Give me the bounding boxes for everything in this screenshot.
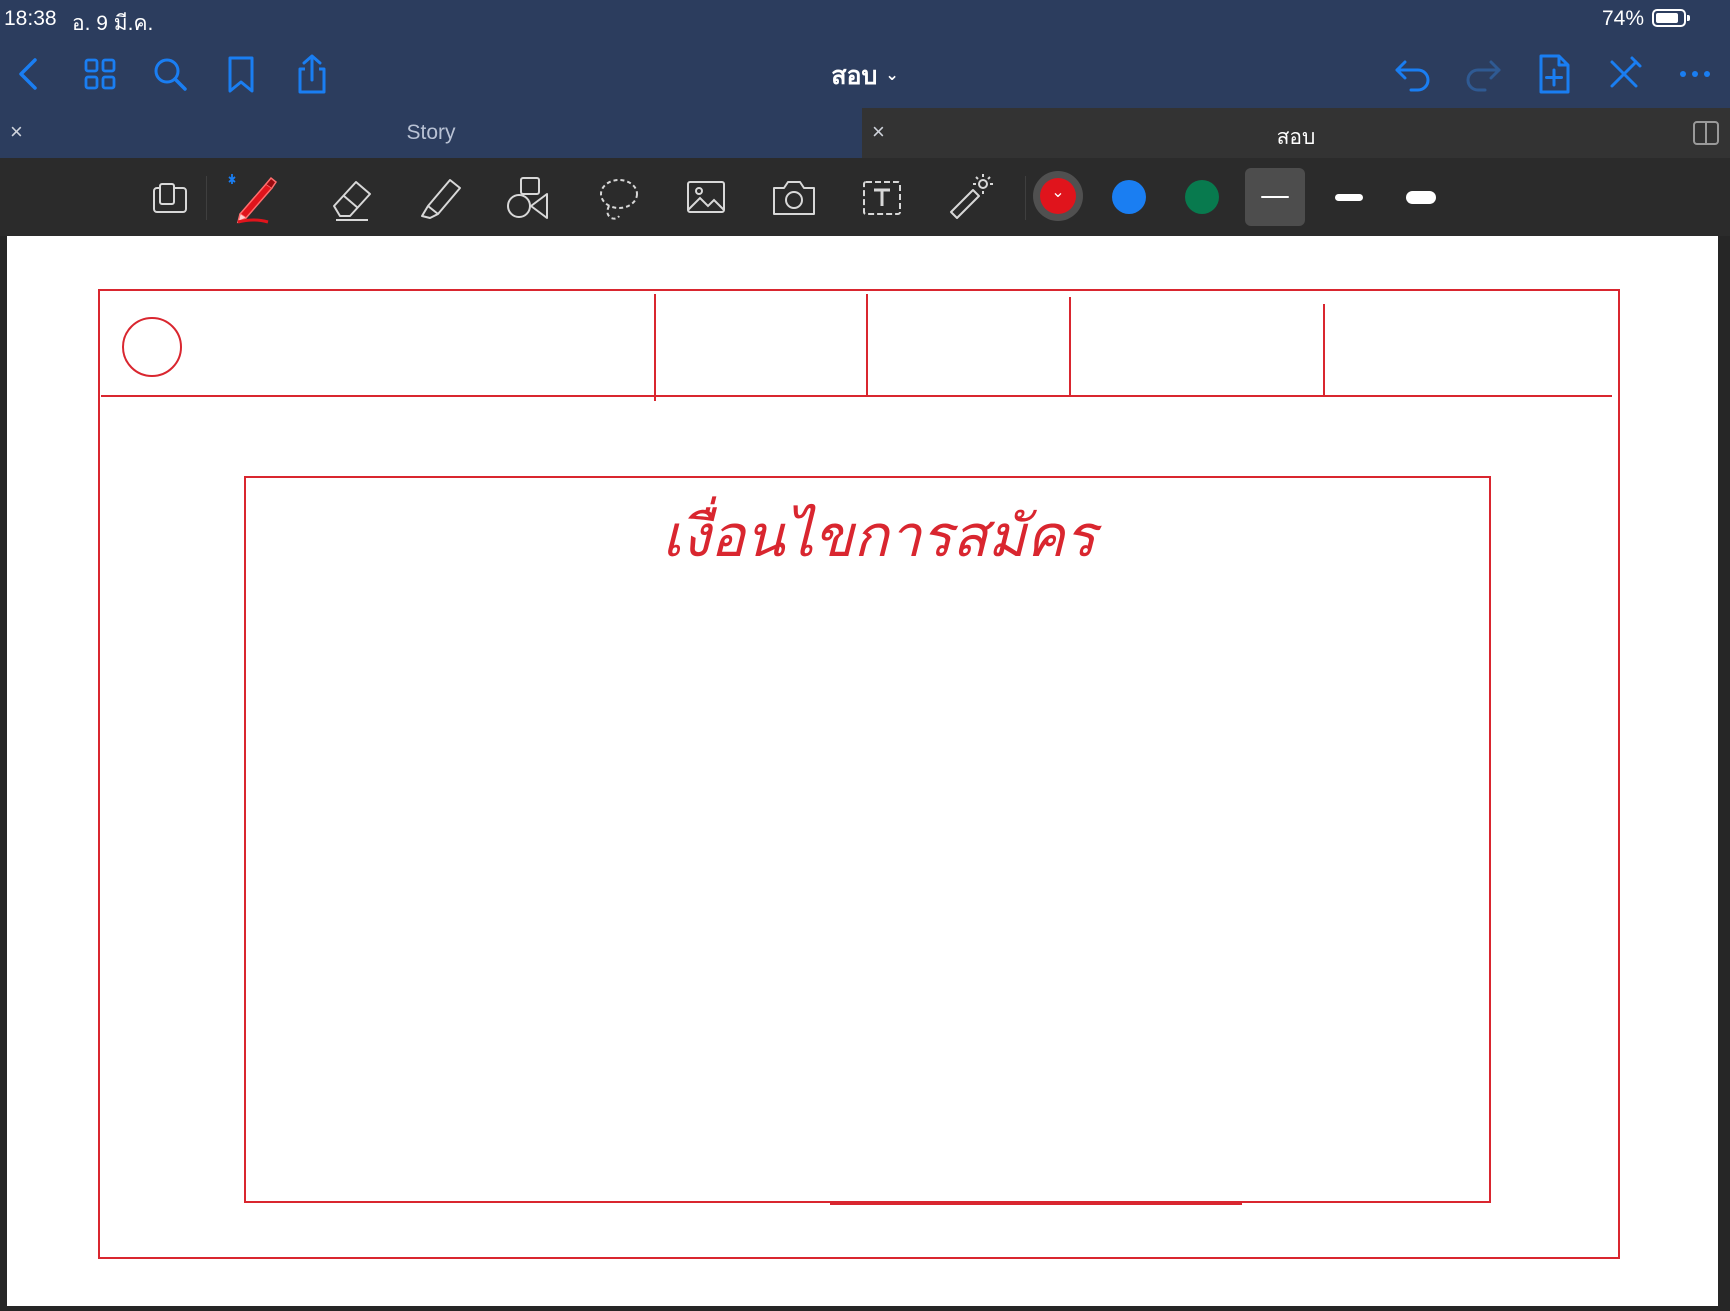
- undo-button[interactable]: [1391, 52, 1435, 96]
- selected-color-ring[interactable]: ⌄: [1033, 171, 1083, 221]
- shapes-tool[interactable]: [503, 172, 555, 224]
- highlighter-tool[interactable]: [414, 172, 466, 224]
- lasso-icon: [600, 179, 638, 220]
- zoom-window-icon: [153, 183, 187, 213]
- text-tool[interactable]: [856, 172, 908, 224]
- more-button[interactable]: [1673, 52, 1717, 96]
- undo-icon: [1395, 60, 1430, 92]
- eraser-icon: [333, 181, 371, 221]
- tab-exam[interactable]: × สอบ: [862, 108, 1730, 158]
- laser-pointer-tool[interactable]: [945, 172, 997, 224]
- text-box-icon: [863, 181, 901, 215]
- circle-sketch: [122, 317, 182, 377]
- image-tool[interactable]: [680, 172, 732, 224]
- tab-label: สอบ: [1276, 126, 1316, 149]
- add-page-icon: [1539, 54, 1570, 94]
- outer-frame-sketch: [98, 289, 1620, 1259]
- camera-icon: [773, 181, 815, 215]
- image-icon: [687, 181, 725, 213]
- lasso-tool[interactable]: [591, 172, 643, 224]
- add-page-button[interactable]: [1532, 52, 1576, 96]
- pen-close-icon: [1610, 56, 1642, 88]
- pen-tool[interactable]: [228, 172, 280, 224]
- redo-button[interactable]: [1461, 52, 1505, 96]
- laser-pointer-icon: [950, 174, 993, 219]
- drawing-toolbar: ⌄: [0, 158, 1730, 236]
- stroke-width-medium[interactable]: [1335, 194, 1363, 201]
- highlighter-icon: [421, 179, 461, 219]
- redo-icon: [1466, 60, 1501, 92]
- camera-tool[interactable]: [768, 172, 820, 224]
- note-page-canvas[interactable]: เงื่อนไขการสมัคร: [7, 236, 1718, 1306]
- color-swatch-green[interactable]: [1185, 180, 1219, 214]
- status-bar: 18:38 อ. 9 มี.ค. 74%: [0, 0, 1730, 38]
- color-swatch-red[interactable]: ⌄: [1040, 178, 1076, 214]
- document-title: สอบ: [831, 62, 878, 90]
- top-navigation-bar: สอบ ⌄: [0, 38, 1730, 108]
- pen-icon: [228, 174, 278, 224]
- chevron-down-icon: ⌄: [885, 67, 899, 84]
- stroke-width-thick[interactable]: [1406, 191, 1436, 204]
- shapes-icon: [507, 177, 548, 219]
- thin-line-icon: [1261, 196, 1289, 198]
- status-time: 18:38: [4, 7, 57, 30]
- color-swatch-blue[interactable]: [1112, 180, 1146, 214]
- battery-icon: [1652, 9, 1690, 27]
- ink-drawing: เงื่อนไขการสมัคร: [98, 289, 1620, 1259]
- toolbar-divider: [206, 176, 207, 220]
- inner-frame-sketch: [244, 476, 1491, 1203]
- handwritten-heading: เงื่อนไขการสมัคร: [662, 496, 1103, 570]
- tab-label: Story: [406, 121, 456, 144]
- tab-story[interactable]: × Story: [0, 108, 862, 158]
- zoom-window-tool[interactable]: [146, 172, 198, 224]
- stroke-width-thin[interactable]: [1245, 168, 1305, 226]
- toolbar-divider: [1025, 176, 1026, 220]
- eraser-tool[interactable]: [326, 172, 378, 224]
- exit-edit-mode-button[interactable]: [1602, 52, 1646, 96]
- document-tab-bar: × Story × สอบ: [0, 108, 1730, 158]
- battery-percent: 74%: [1601, 7, 1644, 30]
- more-icon: [1680, 71, 1710, 77]
- split-view-icon[interactable]: [1692, 120, 1720, 146]
- status-date: อ. 9 มี.ค.: [72, 12, 154, 35]
